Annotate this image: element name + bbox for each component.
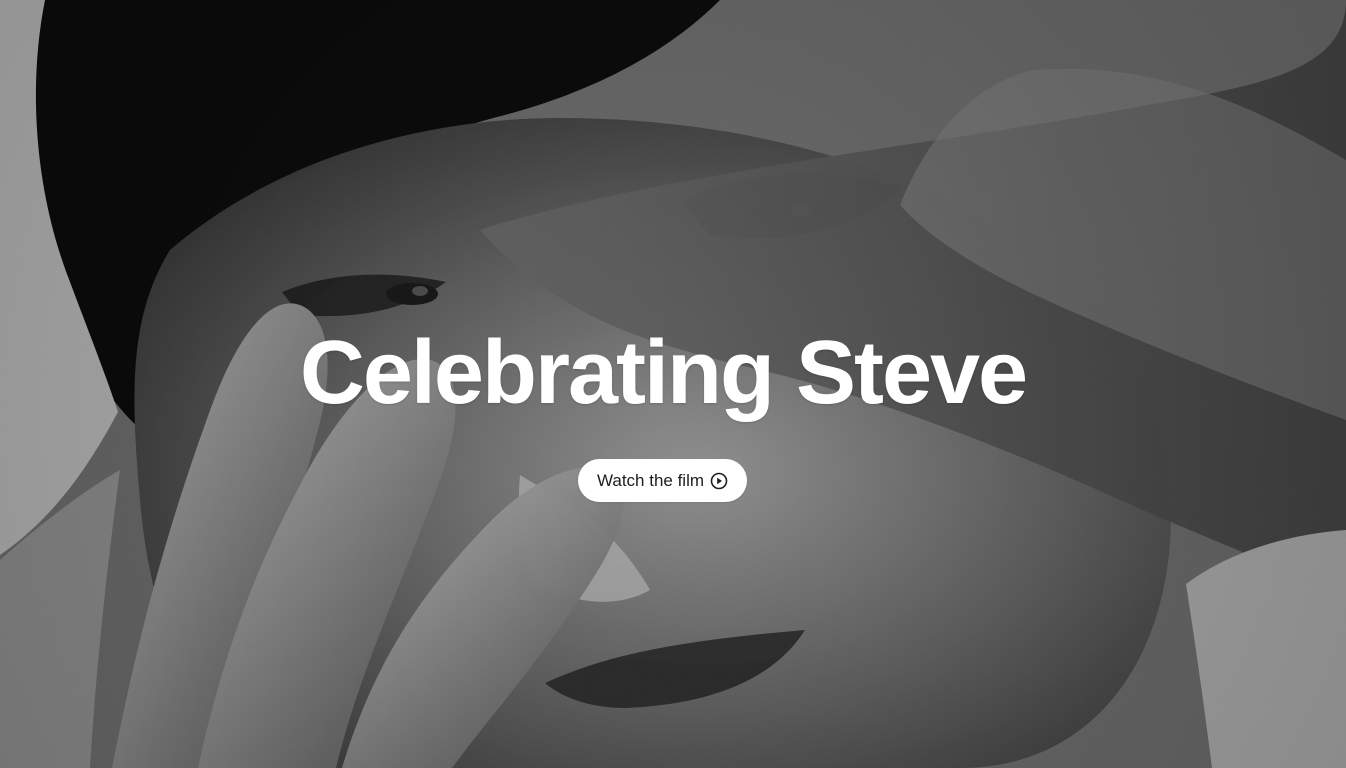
- play-circle-icon: [710, 472, 728, 490]
- watch-film-button[interactable]: Watch the film: [578, 459, 747, 502]
- watch-film-label: Watch the film: [596, 471, 705, 490]
- page-title: Celebrating Steve: [299, 323, 1028, 423]
- hero-section: Celebrating Steve Watch the film: [0, 0, 1346, 768]
- hero-content: Celebrating Steve Watch the film: [0, 0, 1346, 768]
